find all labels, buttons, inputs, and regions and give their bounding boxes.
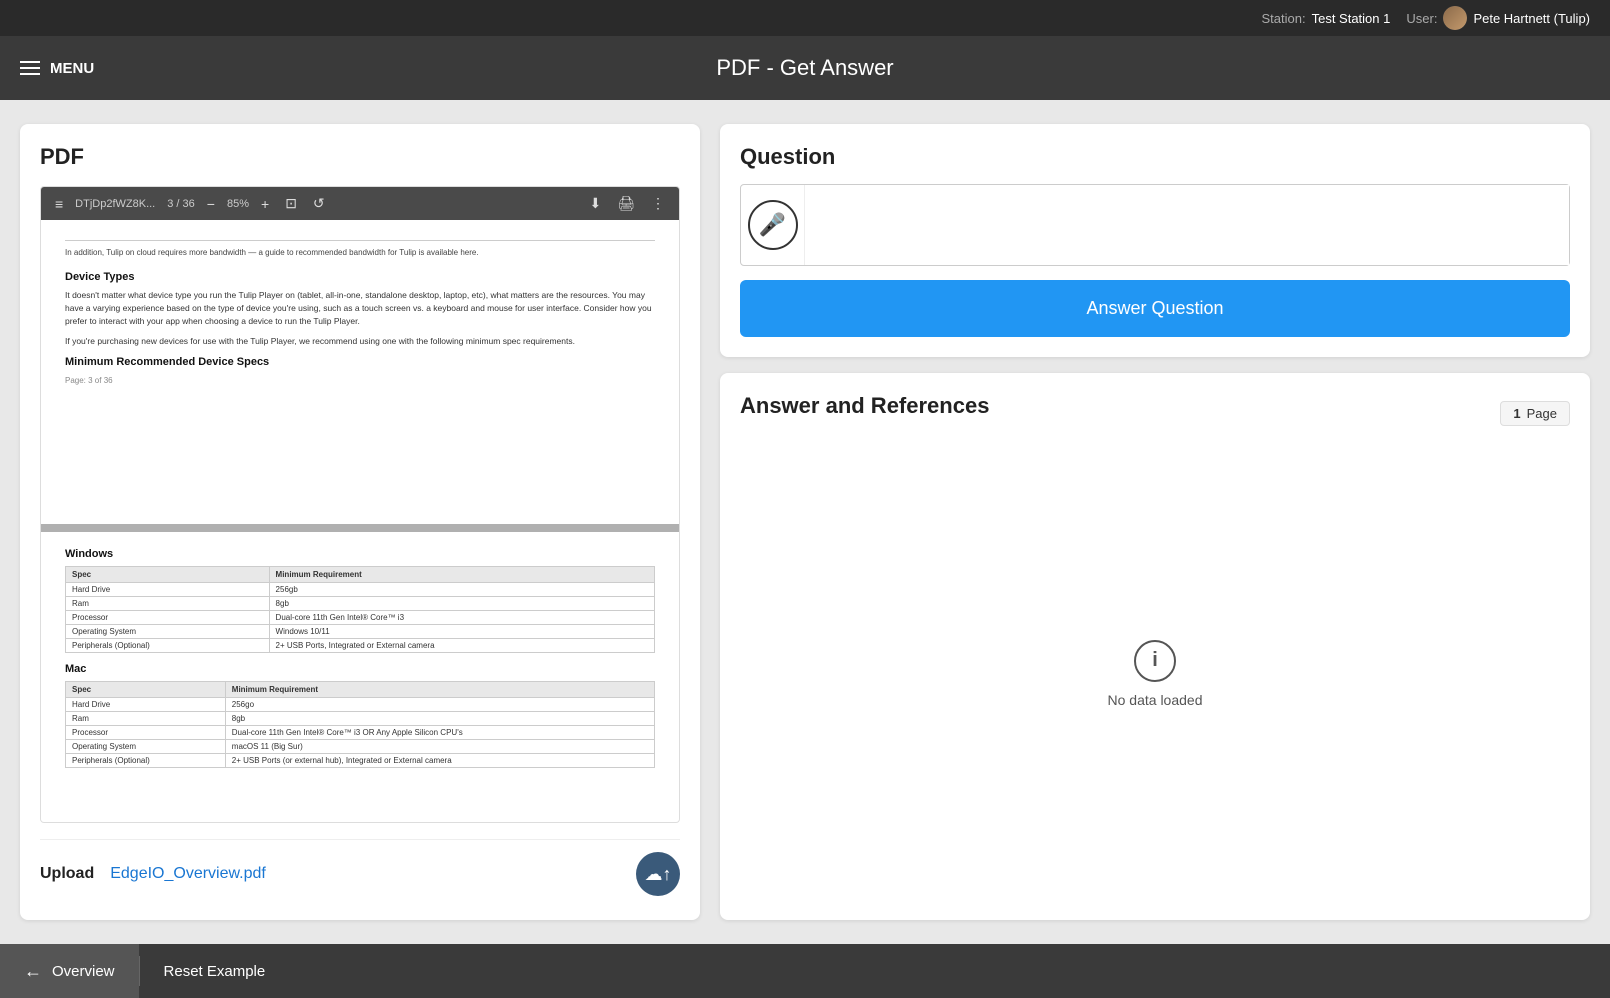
upload-icon: ☁↑ <box>645 864 672 885</box>
page-badge: 1 Page <box>1500 401 1570 426</box>
table-row: Operating SystemmacOS 11 (Big Sur) <box>66 740 655 754</box>
no-data-area: i No data loaded <box>740 447 1570 900</box>
no-data-text: No data loaded <box>1108 692 1203 708</box>
user-label: User: <box>1406 11 1437 26</box>
page-badge-number: 1 <box>1513 406 1520 421</box>
station-info: Station: Test Station 1 <box>1262 11 1391 26</box>
pdf-mac-table-header-req: Minimum Requirement <box>225 682 654 698</box>
menu-button[interactable]: MENU <box>20 60 94 77</box>
pdf-table-header-spec: Spec <box>66 567 270 583</box>
user-name: Pete Hartnett (Tulip) <box>1473 11 1590 26</box>
upload-filename[interactable]: EdgeIO_Overview.pdf <box>110 865 620 883</box>
question-panel: Question 🎤 Answer Question <box>720 124 1590 357</box>
user-info: User: Pete Hartnett (Tulip) <box>1406 6 1590 30</box>
table-row: Hard Drive256gb <box>66 583 655 597</box>
reset-button[interactable]: Reset Example <box>140 944 290 998</box>
back-label: Overview <box>52 963 115 980</box>
top-bar: Station: Test Station 1 User: Pete Hartn… <box>0 0 1610 36</box>
menu-label: MENU <box>50 60 94 77</box>
pdf-toolbar-right: ⬇ 🖨 ⋮ <box>585 193 669 214</box>
pdf-more-btn[interactable]: ⋮ <box>647 193 669 214</box>
page-title: PDF - Get Answer <box>716 55 893 81</box>
table-row: Ram8gb <box>66 712 655 726</box>
pdf-mac-table-header-spec: Spec <box>66 682 226 698</box>
pdf-filename: DTjDp2fWZ8K... <box>75 198 155 210</box>
question-textarea[interactable] <box>805 185 1569 265</box>
avatar-image <box>1443 6 1467 30</box>
microphone-button[interactable]: 🎤 <box>741 185 805 265</box>
header: MENU PDF - Get Answer <box>0 36 1610 100</box>
pdf-fit-btn[interactable]: ⊡ <box>281 193 301 214</box>
pdf-rotate-btn[interactable]: ↺ <box>309 193 329 214</box>
answer-panel: Answer and References 1 Page i No data l… <box>720 373 1590 920</box>
pdf-zoom-level: 85% <box>227 198 249 210</box>
avatar <box>1443 6 1467 30</box>
table-row: ProcessorDual-core 11th Gen Intel® Core™… <box>66 726 655 740</box>
pdf-windows-table: Spec Minimum Requirement Hard Drive256gb… <box>65 566 655 653</box>
page-badge-label: Page <box>1527 406 1557 421</box>
right-panel: Question 🎤 Answer Question Answer and Re… <box>720 124 1590 920</box>
table-row: Peripherals (Optional)2+ USB Ports (or e… <box>66 754 655 768</box>
pdf-menu-btn[interactable]: ≡ <box>51 194 67 214</box>
pdf-page-3: In addition, Tulip on cloud requires mor… <box>41 220 679 532</box>
pdf-zoom-in-btn[interactable]: + <box>257 194 273 214</box>
reset-label: Reset Example <box>164 963 266 980</box>
pdf-viewer: ≡ DTjDp2fWZ8K... 3 / 36 − 85% + ⊡ ↺ ⬇ 🖨 … <box>40 186 680 823</box>
pdf-page-top-text: In addition, Tulip on cloud requires mor… <box>65 240 655 259</box>
station-label: Station: <box>1262 11 1306 26</box>
pdf-content: In addition, Tulip on cloud requires mor… <box>41 220 679 822</box>
answer-header: Answer and References 1 Page <box>740 393 1570 433</box>
pdf-pages: 3 / 36 <box>167 198 195 210</box>
upload-button[interactable]: ☁↑ <box>636 852 680 896</box>
pdf-min-specs-title: Minimum Recommended Device Specs <box>65 356 655 368</box>
mic-circle: 🎤 <box>748 200 798 250</box>
table-row: Peripherals (Optional)2+ USB Ports, Inte… <box>66 639 655 653</box>
pdf-zoom-out-btn[interactable]: − <box>203 194 219 214</box>
question-title: Question <box>740 144 1570 170</box>
pdf-device-types-body1: It doesn't matter what device type you r… <box>65 289 655 327</box>
pdf-toolbar: ≡ DTjDp2fWZ8K... 3 / 36 − 85% + ⊡ ↺ ⬇ 🖨 … <box>41 187 679 220</box>
pdf-table-header-req: Minimum Requirement <box>269 567 654 583</box>
pdf-mac-table: Spec Minimum Requirement Hard Drive256go… <box>65 681 655 768</box>
table-row: ProcessorDual-core 11th Gen Intel® Core™… <box>66 611 655 625</box>
main-content: PDF ≡ DTjDp2fWZ8K... 3 / 36 − 85% + ⊡ ↺ … <box>0 100 1610 944</box>
table-row: Operating SystemWindows 10/11 <box>66 625 655 639</box>
pdf-mac-title: Mac <box>65 663 655 675</box>
pdf-windows-title: Windows <box>65 548 655 560</box>
pdf-page-number: Page: 3 of 36 <box>65 376 655 385</box>
pdf-download-btn[interactable]: ⬇ <box>585 193 605 214</box>
bottom-bar: ← Overview Reset Example <box>0 944 1610 998</box>
answer-question-button[interactable]: Answer Question <box>740 280 1570 337</box>
back-button[interactable]: ← Overview <box>0 944 139 998</box>
station-value: Test Station 1 <box>1312 11 1391 26</box>
pdf-label: PDF <box>40 144 680 170</box>
info-icon: i <box>1134 640 1176 682</box>
table-row: Ram8gb <box>66 597 655 611</box>
back-arrow-icon: ← <box>24 961 42 982</box>
pdf-device-types-title: Device Types <box>65 271 655 283</box>
pdf-print-btn[interactable]: 🖨 <box>613 193 639 214</box>
upload-area: Upload EdgeIO_Overview.pdf ☁↑ <box>40 839 680 900</box>
pdf-device-types-body2: If you're purchasing new devices for use… <box>65 335 655 348</box>
menu-icon <box>20 61 40 75</box>
microphone-icon: 🎤 <box>759 212 786 238</box>
answer-title: Answer and References <box>740 393 989 419</box>
table-row: Hard Drive256go <box>66 698 655 712</box>
pdf-page-4: Windows Spec Minimum Requirement Hard Dr… <box>41 532 679 822</box>
pdf-panel: PDF ≡ DTjDp2fWZ8K... 3 / 36 − 85% + ⊡ ↺ … <box>20 124 700 920</box>
question-input-area: 🎤 <box>740 184 1570 266</box>
upload-label: Upload <box>40 865 94 883</box>
